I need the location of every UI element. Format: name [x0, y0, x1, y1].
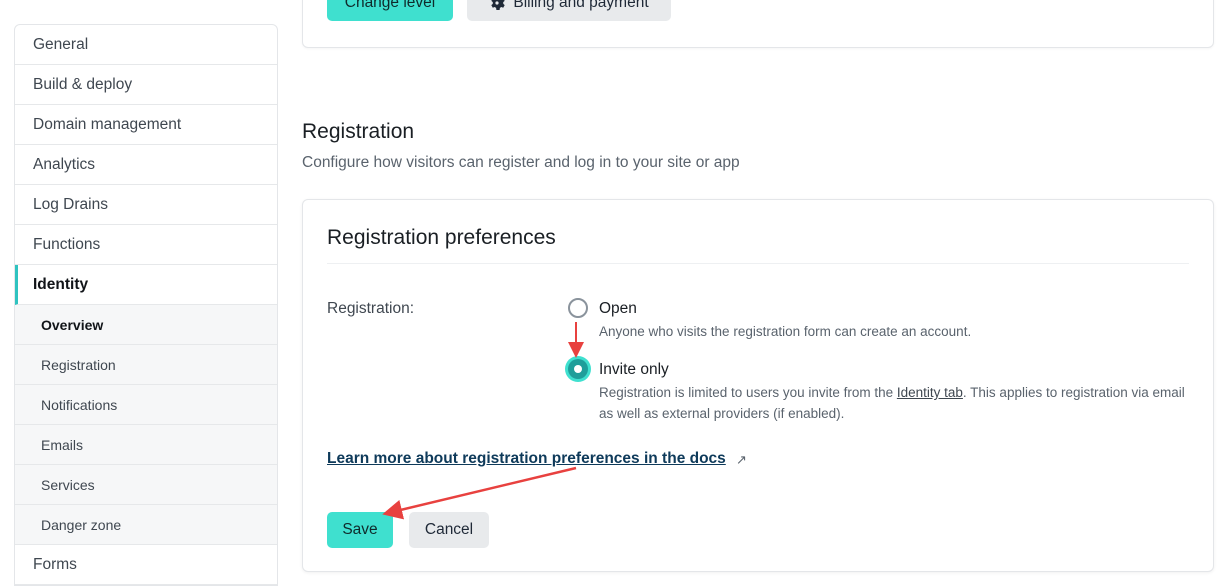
sidebar-subitem-registration[interactable]: Registration [15, 345, 277, 385]
option-open-label[interactable]: Open [599, 300, 637, 318]
section-description: Configure how visitors can register and … [302, 154, 740, 171]
gear-icon [491, 0, 506, 10]
settings-sidebar: General Build & deploy Domain management… [14, 24, 278, 586]
change-level-button[interactable]: Change level [327, 0, 453, 21]
sidebar-subitem-danger-zone[interactable]: Danger zone [15, 505, 277, 545]
registration-field-label: Registration: [327, 300, 415, 317]
radio-open[interactable] [568, 298, 588, 318]
sidebar-subitem-emails[interactable]: Emails [15, 425, 277, 465]
save-button[interactable]: Save [327, 512, 393, 548]
card-divider [327, 263, 1189, 264]
sidebar-item-log-drains[interactable]: Log Drains [15, 185, 277, 225]
sidebar-item-functions[interactable]: Functions [15, 225, 277, 265]
option-open-help: Anyone who visits the registration form … [599, 324, 972, 339]
option-invite-help-before: Registration is limited to users you inv… [599, 385, 897, 400]
sidebar-subitem-overview[interactable]: Overview [15, 305, 277, 345]
plan-card: Change level Billing and payment [302, 0, 1214, 48]
option-invite-help: Registration is limited to users you inv… [599, 382, 1189, 424]
sidebar-item-forms[interactable]: Forms [15, 545, 277, 585]
option-invite-label[interactable]: Invite only [599, 361, 669, 379]
billing-payment-button[interactable]: Billing and payment [467, 0, 671, 21]
section-title: Registration [302, 120, 415, 143]
sidebar-item-domain-management[interactable]: Domain management [15, 105, 277, 145]
sidebar-item-build-deploy[interactable]: Build & deploy [15, 65, 277, 105]
registration-preferences-card: Registration preferences Registration: O… [302, 199, 1214, 572]
billing-payment-label: Billing and payment [513, 0, 649, 11]
radio-invite-only[interactable] [568, 359, 588, 379]
sidebar-item-general[interactable]: General [15, 25, 277, 65]
identity-tab-link[interactable]: Identity tab [897, 385, 963, 400]
cancel-button[interactable]: Cancel [409, 512, 489, 548]
sidebar-subitem-notifications[interactable]: Notifications [15, 385, 277, 425]
sidebar-item-identity[interactable]: Identity [15, 265, 277, 305]
card-title: Registration preferences [327, 226, 556, 249]
sidebar-item-analytics[interactable]: Analytics [15, 145, 277, 185]
external-link-icon: ↗ [736, 452, 747, 467]
sidebar-subitem-services[interactable]: Services [15, 465, 277, 505]
registration-docs-link[interactable]: Learn more about registration preference… [327, 450, 726, 468]
